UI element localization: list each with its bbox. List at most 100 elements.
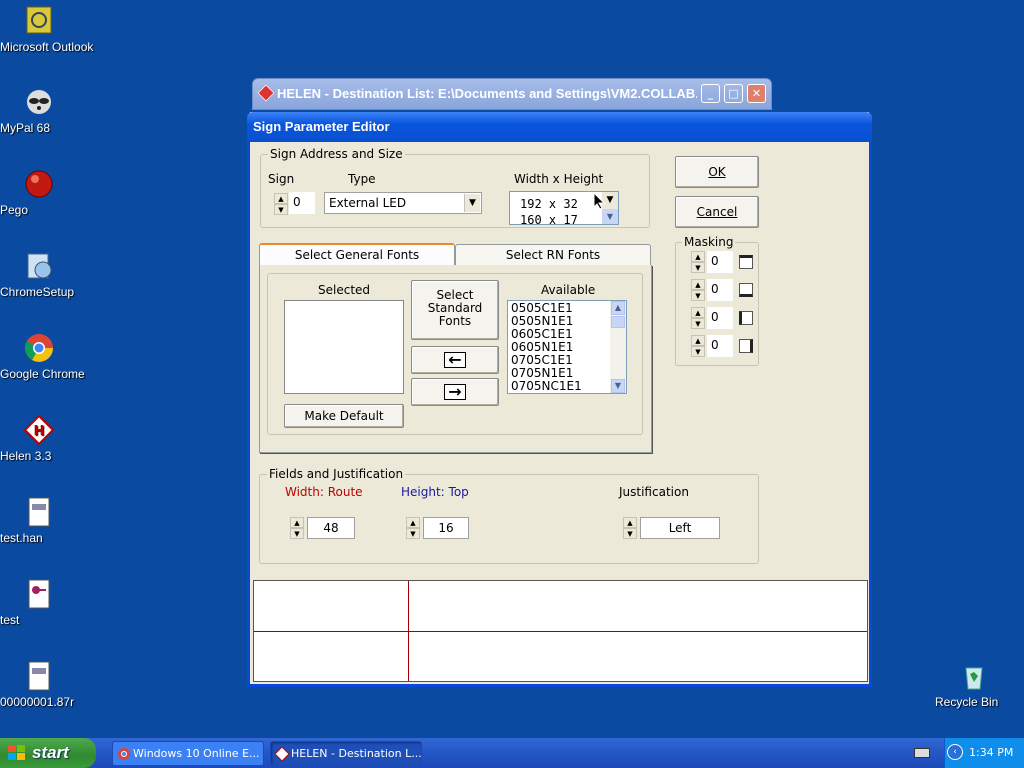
tab-select-rn-fonts[interactable]: Select RN Fonts <box>455 244 651 266</box>
sign-preview-grid[interactable] <box>253 580 868 682</box>
group-label: Masking <box>682 235 736 249</box>
recycle-bin-icon <box>958 660 990 692</box>
desktop-icon-recycle-bin[interactable]: Recycle Bin <box>935 660 1013 709</box>
mask-spinner-2[interactable]: ▲ ▼ <box>691 279 705 301</box>
cancel-button-label: Cancel <box>696 205 738 219</box>
spin-down-icon[interactable]: ▼ <box>691 346 705 357</box>
spin-up-icon[interactable]: ▲ <box>691 335 705 346</box>
desktop-icon-mypal[interactable]: MyPal 68 <box>0 86 78 135</box>
spin-up-icon[interactable]: ▲ <box>623 517 637 528</box>
mask-spinner-4[interactable]: ▲ ▼ <box>691 335 705 357</box>
available-fonts-listbox[interactable]: 0505C1E1 0505N1E1 0605C1E1 0605N1E1 0705… <box>507 300 627 394</box>
cancel-button[interactable]: Cancel <box>675 196 759 228</box>
mask-field-2[interactable]: 0 <box>707 279 733 301</box>
spin-up-icon[interactable]: ▲ <box>406 517 420 528</box>
scrollbar[interactable]: ▲ ▼ <box>610 301 626 393</box>
spin-up-icon[interactable]: ▲ <box>290 517 304 528</box>
size-option[interactable]: 192 x 32 <box>520 196 578 212</box>
clock[interactable]: 1:34 PM <box>969 746 1013 759</box>
width-field[interactable]: 48 <box>307 517 355 539</box>
sign-field[interactable]: 0 <box>289 192 315 214</box>
select-standard-fonts-label: Select Standard Fonts <box>427 288 483 328</box>
width-route-label: Width: Route <box>285 485 363 499</box>
spin-up-icon[interactable]: ▲ <box>691 307 705 318</box>
mask-field-3[interactable]: 0 <box>707 307 733 329</box>
desktop-icon-google-chrome[interactable]: Google Chrome <box>0 332 85 381</box>
grid-divider <box>254 631 867 632</box>
chevron-down-icon[interactable]: ▼ <box>611 379 625 393</box>
red-ball-icon <box>23 168 55 200</box>
justification-field[interactable]: Left <box>640 517 720 539</box>
chrome-icon <box>118 748 130 760</box>
desktop-icon-label: test.han <box>0 531 43 545</box>
minimize-button[interactable]: _ <box>701 84 720 103</box>
arrow-right-icon: → <box>444 384 466 400</box>
scrollbar-thumb[interactable] <box>611 316 625 328</box>
tab-select-general-fonts[interactable]: Select General Fonts <box>259 243 455 265</box>
sign-address-group: Sign Address and Size Sign Type Width x … <box>260 147 650 228</box>
helen-icon <box>275 747 289 761</box>
type-select[interactable]: External LED ▼ <box>324 192 482 214</box>
spin-down-icon[interactable]: ▼ <box>290 528 304 539</box>
spin-up-icon[interactable]: ▲ <box>691 251 705 262</box>
close-button[interactable]: ✕ <box>747 84 766 103</box>
sign-spinner[interactable]: ▲ ▼ <box>274 193 288 215</box>
desktop-icon-test[interactable]: test <box>0 578 78 627</box>
desktop-icon-label: Microsoft Outlook <box>0 40 94 54</box>
access-icon <box>23 578 55 610</box>
height-field[interactable]: 16 <box>423 517 469 539</box>
start-button[interactable]: start <box>0 738 96 768</box>
spin-down-icon[interactable]: ▼ <box>274 204 288 215</box>
tab-label: Select RN Fonts <box>505 248 601 262</box>
mask-field-1[interactable]: 0 <box>707 251 733 273</box>
mask-spinner-1[interactable]: ▲ ▼ <box>691 251 705 273</box>
outlook-icon <box>23 5 55 37</box>
size-option[interactable]: 160 x 17 <box>520 212 578 228</box>
maximize-button[interactable]: □ <box>724 84 743 103</box>
desktop-icon-label: Google Chrome <box>0 367 85 381</box>
spin-down-icon[interactable]: ▼ <box>623 528 637 539</box>
height-spinner[interactable]: ▲ ▼ <box>406 517 420 539</box>
tab-label: Select General Fonts <box>294 248 420 262</box>
mask-field-4[interactable]: 0 <box>707 335 733 357</box>
move-right-button[interactable]: → <box>411 378 499 406</box>
keyboard-icon[interactable] <box>914 748 930 758</box>
ok-button[interactable]: OK <box>675 156 759 188</box>
move-left-button[interactable]: ← <box>411 346 499 374</box>
selected-fonts-listbox[interactable] <box>284 300 404 394</box>
desktop-icon-label: Recycle Bin <box>935 695 999 709</box>
chevron-left-icon[interactable]: ‹ <box>947 744 963 760</box>
chevron-up-icon[interactable]: ▲ <box>611 301 625 315</box>
desktop-icon-test-han[interactable]: test.han <box>0 496 78 545</box>
make-default-label: Make Default <box>304 409 384 423</box>
spin-down-icon[interactable]: ▼ <box>691 290 705 301</box>
spin-down-icon[interactable]: ▼ <box>691 262 705 273</box>
chevron-down-icon[interactable]: ▼ <box>602 209 618 224</box>
spin-down-icon[interactable]: ▼ <box>691 318 705 329</box>
desktop-icon-outlook[interactable]: Microsoft Outlook <box>0 5 93 54</box>
desktop-icon-chromesetup[interactable]: ChromeSetup <box>0 250 78 299</box>
justification-spinner[interactable]: ▲ ▼ <box>623 517 637 539</box>
spin-up-icon[interactable]: ▲ <box>691 279 705 290</box>
chevron-down-icon[interactable]: ▼ <box>464 194 480 212</box>
mask-spinner-3[interactable]: ▲ ▼ <box>691 307 705 329</box>
mouse-cursor-icon <box>593 192 605 210</box>
type-select-value: External LED <box>329 196 407 210</box>
taskbar-item-windows10[interactable]: Windows 10 Online E... <box>112 741 264 766</box>
spin-up-icon[interactable]: ▲ <box>274 193 288 204</box>
start-label: start <box>32 743 69 762</box>
desktop-icon-pego[interactable]: Pego <box>0 168 78 217</box>
mask-left-icon <box>739 311 753 325</box>
spin-down-icon[interactable]: ▼ <box>406 528 420 539</box>
desktop-icon-helen[interactable]: H Helen 3.3 <box>0 414 78 463</box>
size-label: Width x Height <box>514 172 604 186</box>
select-standard-fonts-button[interactable]: Select Standard Fonts <box>411 280 499 340</box>
document-icon <box>23 660 55 692</box>
width-spinner[interactable]: ▲ ▼ <box>290 517 304 539</box>
list-item[interactable]: 0705NC1E1 <box>511 380 582 393</box>
background-window[interactable]: HELEN - Destination List: E:\Documents a… <box>252 78 772 110</box>
desktop-icon-00000001[interactable]: 00000001.87r <box>0 660 78 709</box>
make-default-button[interactable]: Make Default <box>284 404 404 428</box>
dialog-titlebar[interactable]: Sign Parameter Editor <box>247 112 872 142</box>
taskbar-item-helen[interactable]: HELEN - Destination L... <box>270 741 422 766</box>
